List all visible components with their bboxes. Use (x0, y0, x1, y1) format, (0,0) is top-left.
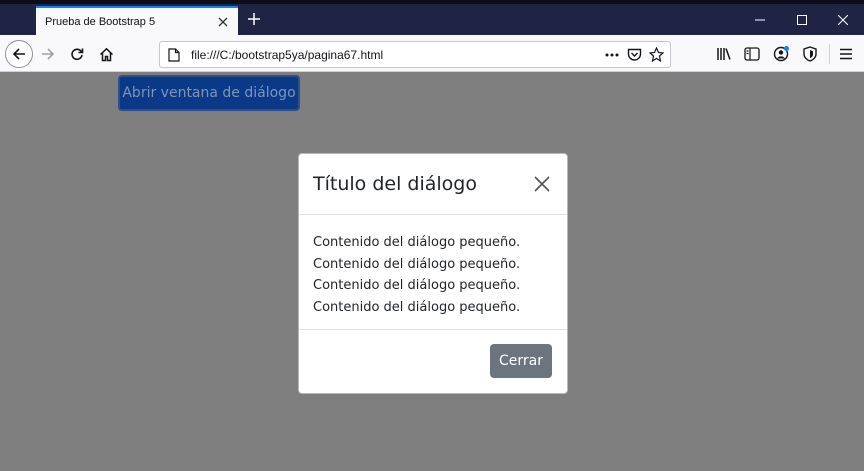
modal-body-line: Contenido del diálogo pequeño. (313, 256, 521, 272)
page-actions-icon[interactable] (601, 44, 623, 66)
bookmark-star-icon[interactable] (645, 44, 667, 66)
modal-body-line: Contenido del diálogo pequeño. (313, 299, 521, 315)
reload-icon[interactable] (63, 40, 91, 68)
library-icon[interactable] (710, 40, 738, 68)
forward-arrow-icon[interactable] (34, 40, 62, 68)
page-viewport: Abrir ventana de diálogo Título del diál… (0, 72, 864, 471)
url-text[interactable]: file:///C:/bootstrap5ya/pagina67.html (191, 48, 601, 62)
tab-close-icon[interactable] (214, 13, 232, 31)
page-icon (163, 44, 185, 66)
shield-icon[interactable] (796, 40, 824, 68)
sidebar-icon[interactable] (738, 40, 766, 68)
new-tab-icon[interactable] (243, 8, 265, 30)
browser-titlebar: Prueba de Bootstrap 5 (0, 0, 864, 36)
open-dialog-button[interactable]: Abrir ventana de diálogo (118, 75, 300, 111)
pocket-icon[interactable] (623, 44, 645, 66)
toolbar-separator (829, 44, 830, 64)
home-icon[interactable] (92, 40, 120, 68)
minimize-icon[interactable] (738, 4, 782, 35)
tab-title: Prueba de Bootstrap 5 (45, 16, 156, 28)
modal-body-line: Contenido del diálogo pequeño. (313, 278, 521, 293)
modal-close-icon[interactable] (531, 173, 553, 195)
close-button[interactable]: Cerrar (490, 344, 552, 378)
navigation-toolbar: file:///C:/bootstrap5ya/pagina67.html (0, 35, 864, 72)
modal-title: Título del diálogo (313, 173, 477, 195)
maximize-icon[interactable] (780, 4, 824, 35)
modal-body: Contenido del diálogo pequeño. Contenido… (299, 215, 567, 330)
window-close-icon[interactable] (821, 4, 864, 35)
modal-footer: Cerrar (299, 330, 567, 393)
back-arrow-icon (5, 40, 33, 68)
account-icon[interactable] (767, 40, 795, 68)
tab-active[interactable]: Prueba de Bootstrap 5 (36, 6, 238, 36)
menu-icon[interactable] (832, 40, 860, 68)
titlebar-strip (0, 0, 864, 4)
back-button[interactable] (5, 40, 33, 68)
address-bar[interactable]: file:///C:/bootstrap5ya/pagina67.html (159, 41, 671, 68)
modal-dialog: Título del diálogo Contenido del diálogo… (298, 153, 568, 394)
modal-header: Título del diálogo (299, 154, 567, 215)
modal-body-line: Contenido del diálogo pequeño. (313, 235, 521, 250)
